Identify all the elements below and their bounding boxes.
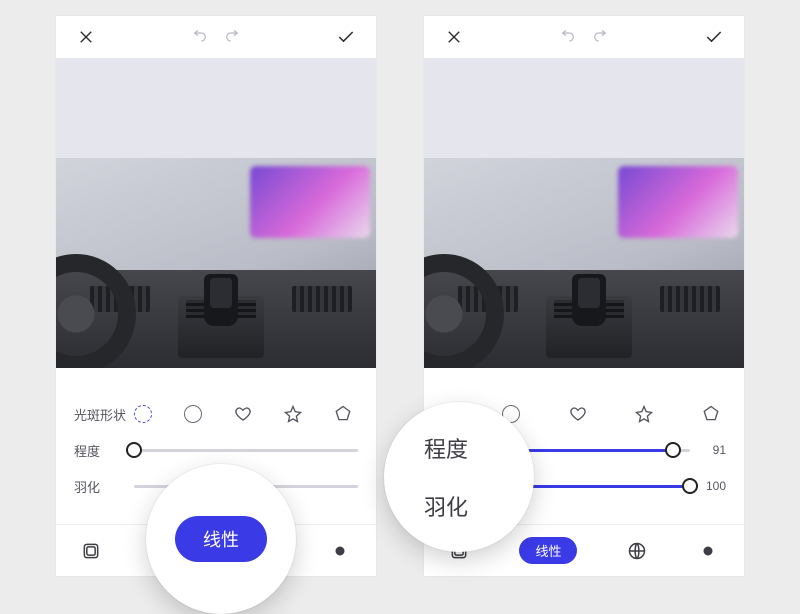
phone-left: 光斑形状 程度 羽化	[56, 16, 376, 576]
intensity-row: 程度	[56, 432, 376, 468]
zoom-intensity-label: 程度	[424, 432, 468, 464]
shape-star[interactable]	[635, 405, 653, 423]
redo-icon[interactable]	[216, 21, 248, 53]
intensity-value: 91	[690, 443, 726, 457]
globe-icon[interactable]	[626, 540, 648, 562]
zoom-feather-label: 羽化	[424, 490, 468, 522]
dot-icon[interactable]	[329, 540, 351, 562]
close-icon[interactable]	[70, 21, 102, 53]
layers-icon[interactable]	[80, 540, 102, 562]
shape-pentagon[interactable]	[334, 405, 352, 423]
zoom-bubble-labels: 程度 羽化	[384, 402, 534, 552]
intensity-slider[interactable]	[134, 449, 358, 452]
redo-icon[interactable]	[584, 21, 616, 53]
phone-right: 91 100 线性 程度 羽化	[424, 16, 744, 576]
check-icon[interactable]	[698, 21, 730, 53]
shape-star[interactable]	[284, 405, 302, 423]
topbar	[424, 16, 744, 58]
controls-panel: 91 100 线性 程度 羽化	[424, 368, 744, 576]
check-icon[interactable]	[330, 21, 362, 53]
shape-row: 光斑形状	[56, 396, 376, 432]
shape-heart[interactable]	[569, 405, 587, 423]
topbar	[56, 16, 376, 58]
shape-heart[interactable]	[234, 405, 252, 423]
undo-icon[interactable]	[184, 21, 216, 53]
linear-pill[interactable]: 线性	[519, 537, 577, 564]
undo-icon[interactable]	[552, 21, 584, 53]
car-interior-illustration	[56, 158, 376, 368]
feather-label: 羽化	[74, 477, 134, 496]
zoom-linear-pill: 线性	[175, 516, 267, 562]
zoom-bubble-linear: 线性	[146, 464, 296, 614]
intensity-label: 程度	[74, 441, 134, 460]
controls-panel: 光斑形状 程度 羽化	[56, 368, 376, 576]
car-interior-illustration	[424, 158, 744, 368]
shape-circle[interactable]	[184, 405, 202, 423]
close-icon[interactable]	[438, 21, 470, 53]
dot-icon[interactable]	[697, 540, 719, 562]
image-canvas[interactable]	[424, 58, 744, 368]
shape-row-label: 光斑形状	[74, 405, 134, 424]
shape-dashed-circle[interactable]	[134, 405, 152, 423]
intensity-slider[interactable]	[502, 449, 690, 452]
shape-pentagon[interactable]	[702, 405, 720, 423]
image-canvas[interactable]	[56, 58, 376, 368]
